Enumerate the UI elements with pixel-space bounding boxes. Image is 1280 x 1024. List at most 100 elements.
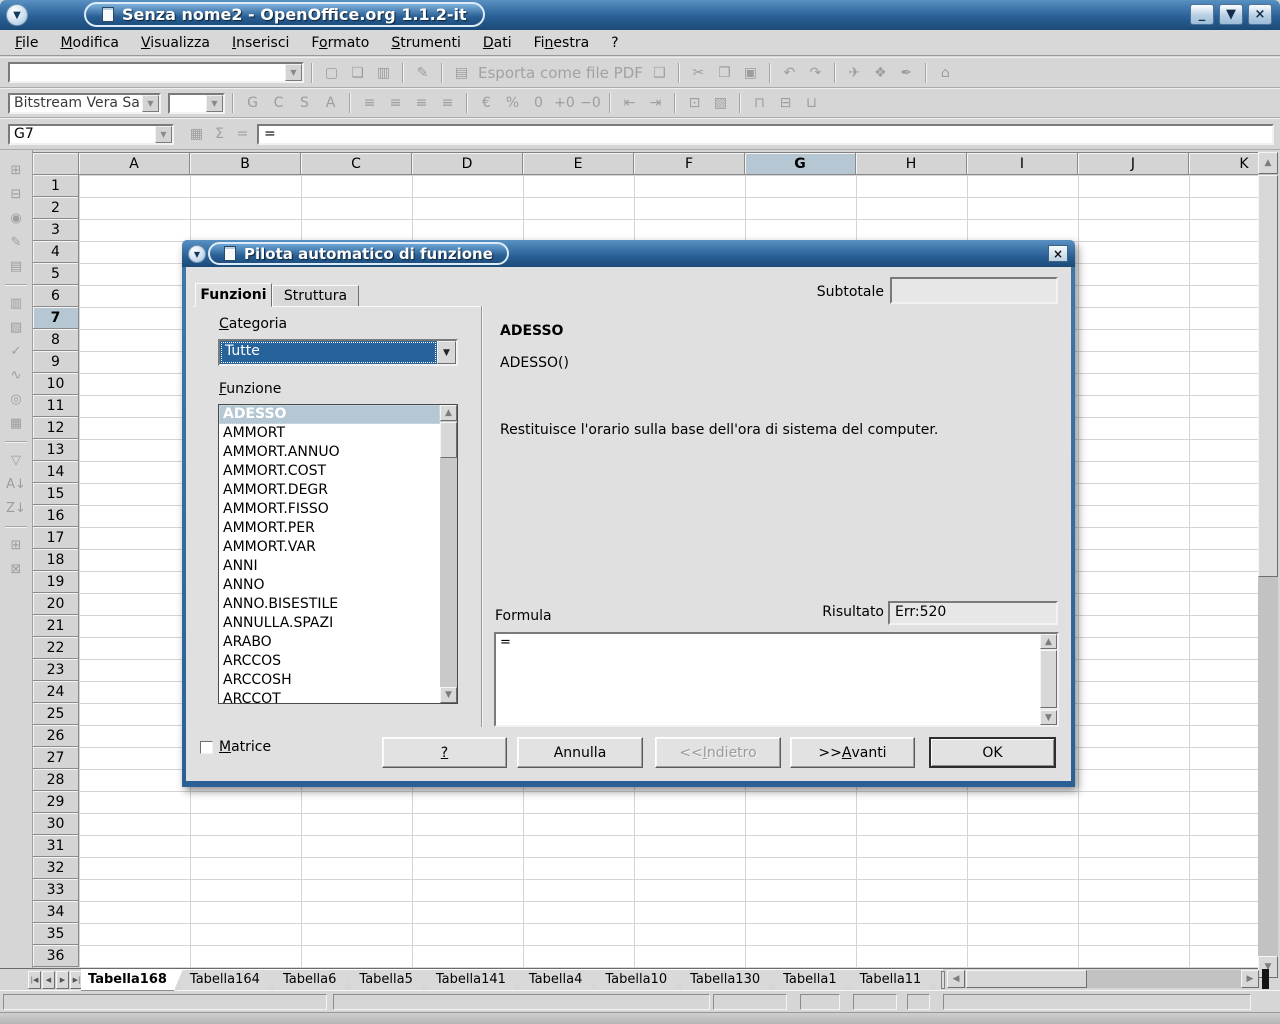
function-list-item[interactable]: ANNULLA.SPAZI [219,614,440,633]
percent-format-icon[interactable]: % [501,92,524,114]
undo-icon[interactable]: ↶ [778,62,801,84]
font-size-combobox[interactable]: ▼ [168,93,225,114]
row-header-13[interactable]: 13 [33,439,79,461]
row-header-11[interactable]: 11 [33,395,79,417]
chevron-down-icon[interactable]: ▼ [155,126,172,143]
insert-icon[interactable]: ⊞ [4,160,28,181]
column-header-g[interactable]: G [745,153,856,175]
row-header-33[interactable]: 33 [33,879,79,901]
sheet-tab-tabella130[interactable]: Tabella130 [674,969,776,991]
autoformat-icon[interactable]: ▧ [4,317,28,338]
first-sheet-button[interactable]: |◀ [28,971,41,989]
row-header-6[interactable]: 6 [33,285,79,307]
data-sources-icon[interactable]: ▦ [4,413,28,434]
insert-draw-icon[interactable]: ✒ [895,62,918,84]
find-replace-icon[interactable]: ◎ [4,389,28,410]
row-header-35[interactable]: 35 [33,923,79,945]
pdf-export-icon[interactable]: ▤ [450,62,473,84]
background-color-icon[interactable]: ▧ [709,92,732,114]
save-icon[interactable]: ▥ [372,62,395,84]
bold-icon[interactable]: G [241,92,264,114]
sheet-tab-tabella6[interactable]: Tabella6 [267,969,352,991]
row-header-14[interactable]: 14 [33,461,79,483]
font-color-icon[interactable]: A [319,92,342,114]
minimize-button[interactable]: _ [1190,4,1214,25]
row-header-17[interactable]: 17 [33,527,79,549]
column-header-b[interactable]: B [190,153,301,175]
cell-reference-value[interactable]: G7 [10,126,155,143]
row-header-9[interactable]: 9 [33,351,79,373]
function-list-item[interactable]: AMMORT.PER [219,519,440,538]
align-vcenter-icon[interactable]: ⊟ [774,92,797,114]
next-sheet-button[interactable]: ▶ [56,971,69,989]
sheet-tab-tabella4[interactable]: Tabella4 [513,969,598,991]
subtotal-field[interactable] [890,277,1058,304]
row-header-8[interactable]: 8 [33,329,79,351]
function-list-scrollbar[interactable]: ▲ ▼ [440,405,457,703]
row-header-27[interactable]: 27 [33,747,79,769]
borders-icon[interactable]: ⊡ [683,92,706,114]
dialog-menu-button[interactable]: ▼ [188,245,206,263]
spellcheck-icon[interactable]: ✓ [4,341,28,362]
maximize-button[interactable]: ▼ [1219,4,1243,25]
column-header-h[interactable]: H [856,153,967,175]
currency-format-icon[interactable]: € [475,92,498,114]
align-top-icon[interactable]: ⊓ [748,92,771,114]
group-icon[interactable]: ⊞ [4,535,28,556]
function-list-item[interactable]: ANNO.BISESTILE [219,595,440,614]
draw-functions-icon[interactable]: ✎ [4,232,28,253]
gallery-icon[interactable]: ⌂ [934,62,957,84]
insert-cells-icon[interactable]: ⊟ [4,184,28,205]
row-header-3[interactable]: 3 [33,219,79,241]
function-icon[interactable]: = [231,123,254,145]
align-justify-icon[interactable]: ≡ [436,92,459,114]
chevron-down-icon[interactable]: ▼ [285,64,302,81]
row-header-23[interactable]: 23 [33,659,79,681]
hyperlink-icon[interactable]: ❖ [869,62,892,84]
sheet-tab-tabella10[interactable]: Tabella10 [589,969,683,991]
scroll-up-icon[interactable]: ▲ [440,405,457,421]
function-list-item[interactable]: AMMORT.COST [219,462,440,481]
sheet-tab-tabella168[interactable]: Tabella168 [81,969,183,991]
row-header-12[interactable]: 12 [33,417,79,439]
horizontal-scrollbar-thumb[interactable] [966,970,1087,988]
combo-value[interactable] [170,95,206,112]
scroll-left-icon[interactable]: ◀ [947,970,965,988]
sheet-tab-tabella5[interactable]: Tabella5 [343,969,428,991]
row-header-2[interactable]: 2 [33,197,79,219]
tab-struttura[interactable]: Struttura [272,285,359,307]
print-icon[interactable]: ❑ [648,62,671,84]
cell-reference-box[interactable]: G7 ▼ [8,124,174,145]
font-name-combobox[interactable]: Bitstream Vera Sa▼ [8,93,161,114]
previous-sheet-button[interactable]: ◀ [42,971,55,989]
row-header-26[interactable]: 26 [33,725,79,747]
row-header-4[interactable]: 4 [33,241,79,263]
open-icon[interactable]: ❏ [346,62,369,84]
scroll-up-icon[interactable]: ▲ [1258,152,1278,174]
row-header-21[interactable]: 21 [33,615,79,637]
redo-icon[interactable]: ↷ [804,62,827,84]
menu-dati[interactable]: Dati [472,32,523,54]
column-header-e[interactable]: E [523,153,634,175]
row-header-5[interactable]: 5 [33,263,79,285]
formula-scrollbar[interactable]: ▲ ▼ [1040,634,1057,725]
form-icon[interactable]: ▤ [4,256,28,277]
ungroup-icon[interactable]: ⊠ [4,559,28,580]
category-value[interactable]: Tutte [220,341,437,364]
column-header-k[interactable]: K [1189,153,1258,175]
align-center-icon[interactable]: ≡ [384,92,407,114]
sheet-tab-tabella141[interactable]: Tabella141 [420,969,522,991]
sheet-tab-tabella164[interactable]: Tabella164 [174,969,276,991]
row-header-10[interactable]: 10 [33,373,79,395]
row-header-15[interactable]: 15 [33,483,79,505]
menu-file[interactable]: File [4,32,49,54]
menu-inserisci[interactable]: Inserisci [221,32,300,54]
tab-splitter-handle[interactable] [941,971,945,989]
back-button[interactable]: << Indietro [655,737,781,768]
column-header-i[interactable]: I [967,153,1078,175]
formula-text[interactable]: = [496,634,1057,651]
row-header-36[interactable]: 36 [33,945,79,967]
function-list-item[interactable]: AMMORT.FISSO [219,500,440,519]
function-list-item[interactable]: ARABO [219,633,440,652]
formula-input[interactable]: = [257,124,1274,145]
